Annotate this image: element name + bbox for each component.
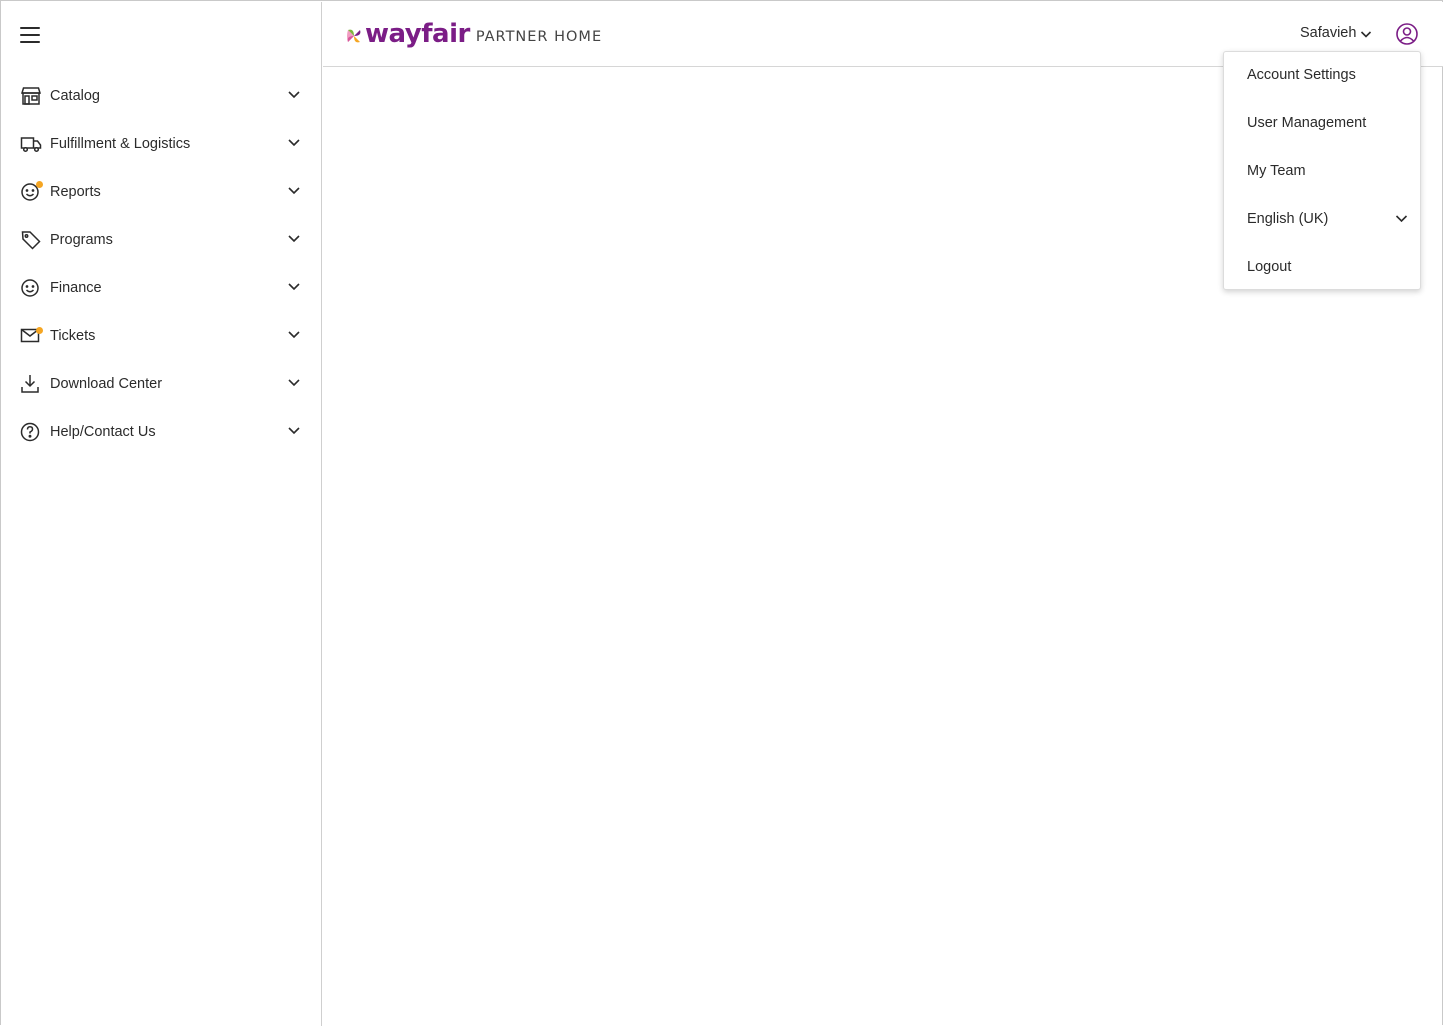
chevron-down-icon bbox=[288, 235, 300, 243]
chevron-down-icon[interactable] bbox=[1360, 30, 1372, 39]
hamburger-icon[interactable] bbox=[20, 26, 42, 44]
chevron-down-icon bbox=[288, 283, 300, 291]
logo-wordmark: wayfair bbox=[365, 19, 470, 49]
wayfair-logo-mark bbox=[347, 29, 361, 43]
main-content-area bbox=[323, 68, 1443, 1026]
truck-icon bbox=[20, 137, 42, 153]
sidebar-item-label: Help/Contact Us bbox=[50, 424, 156, 440]
download-icon bbox=[21, 375, 39, 393]
sidebar-item-reports[interactable]: Reports bbox=[2, 169, 322, 217]
chevron-down-icon bbox=[288, 187, 300, 195]
sidebar-item-programs[interactable]: Programs bbox=[2, 217, 322, 265]
sidebar-item-label: Fulfillment & Logistics bbox=[50, 136, 191, 152]
store-icon bbox=[20, 87, 42, 105]
sidebar-item-label: Download Center bbox=[50, 376, 163, 392]
sidebar-item-label: Finance bbox=[50, 280, 102, 296]
notification-badge bbox=[36, 181, 43, 188]
wayfair-logo[interactable]: wayfair PARTNER HOME bbox=[345, 18, 602, 50]
sidebar-item-label: Programs bbox=[50, 232, 113, 248]
chevron-down-icon bbox=[288, 91, 300, 99]
sidebar-item-catalog[interactable]: Catalog bbox=[2, 73, 322, 121]
smiley-icon bbox=[21, 279, 39, 297]
chevron-down-icon bbox=[288, 139, 300, 147]
sidebar-item-download-center[interactable]: Download Center bbox=[2, 361, 322, 409]
sidebar-item-label: Catalog bbox=[50, 88, 100, 104]
help-circle-icon bbox=[20, 422, 40, 442]
logo-subtitle: PARTNER HOME bbox=[475, 29, 603, 45]
app-frame: Catalog Fulfillment & Logistics Reports … bbox=[0, 0, 1443, 1026]
sidebar-item-label: Reports bbox=[50, 184, 101, 200]
sidebar-item-label: Tickets bbox=[50, 328, 96, 344]
sidebar: Catalog Fulfillment & Logistics Reports … bbox=[2, 2, 322, 1026]
notification-badge bbox=[36, 327, 43, 334]
account-switcher[interactable]: Safavieh bbox=[1300, 25, 1356, 41]
chevron-down-icon bbox=[288, 379, 300, 387]
user-circle-icon[interactable] bbox=[1395, 22, 1419, 46]
sidebar-item-help[interactable]: Help/Contact Us bbox=[2, 409, 322, 457]
sidebar-item-finance[interactable]: Finance bbox=[2, 265, 322, 313]
sidebar-nav: Catalog Fulfillment & Logistics Reports … bbox=[2, 73, 322, 457]
chevron-down-icon bbox=[288, 427, 300, 435]
sidebar-item-fulfillment[interactable]: Fulfillment & Logistics bbox=[2, 121, 322, 169]
sidebar-item-tickets[interactable]: Tickets bbox=[2, 313, 322, 361]
tag-icon bbox=[21, 231, 41, 250]
chevron-down-icon bbox=[288, 331, 300, 339]
